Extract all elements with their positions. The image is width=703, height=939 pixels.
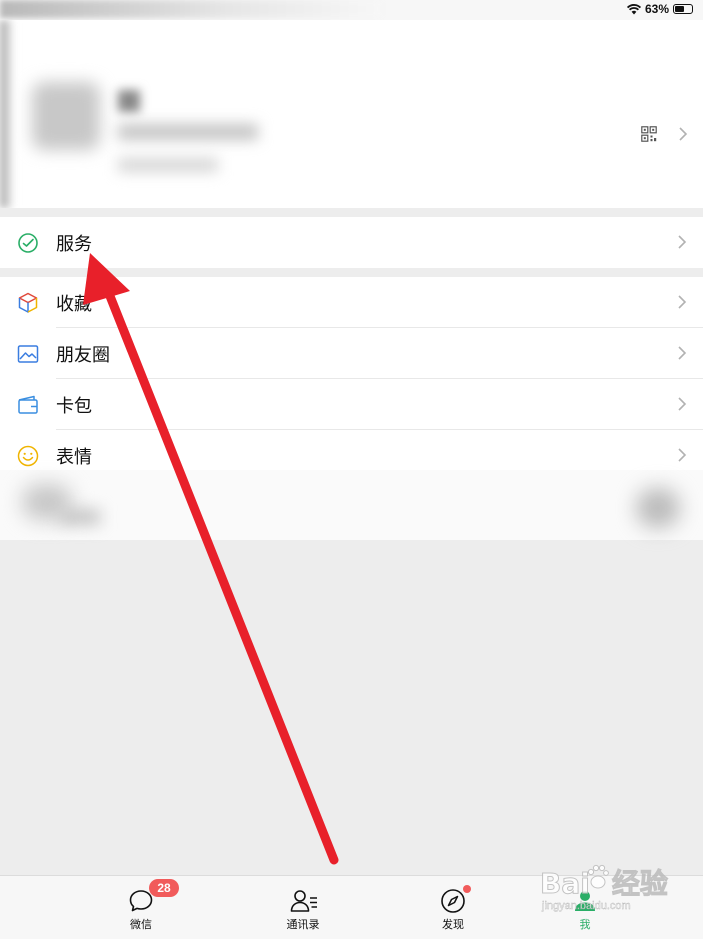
blurred-shape (60, 510, 100, 524)
chevron-right-icon (678, 295, 687, 309)
profile-status-blurred (118, 158, 218, 172)
battery-icon (673, 4, 693, 14)
qr-code-icon[interactable] (641, 126, 657, 142)
watermark-brand-text: Bai (540, 867, 591, 901)
watermark-brand-cn: 经验 (611, 867, 668, 901)
tab-label: 微信 (130, 919, 152, 931)
menu-item-label: 收藏 (56, 294, 92, 315)
menu-item-label: 朋友圈 (56, 345, 110, 366)
moments-image-icon (17, 345, 39, 363)
menu-item-label: 服务 (56, 234, 92, 255)
emoji-face-icon (17, 445, 39, 467)
profile-id-blurred (118, 124, 258, 140)
watermark-url: jingyan.baidu.com (542, 900, 631, 912)
menu-item-card-wallet[interactable]: 卡包 (0, 379, 703, 430)
chevron-right-icon (678, 448, 687, 462)
menu-item-moments[interactable]: 朋友圈 (0, 328, 703, 379)
status-indicators: 63% (626, 2, 693, 16)
menu-item-favorites[interactable]: 收藏 (0, 277, 703, 328)
avatar[interactable] (32, 82, 100, 150)
blurred-shape (636, 488, 680, 528)
status-bar: 63% (0, 0, 703, 20)
chevron-right-icon (678, 346, 687, 360)
tab-contacts[interactable]: 通讯录 (258, 876, 348, 939)
battery-percent: 63% (644, 2, 669, 16)
favorites-cube-icon (18, 292, 38, 313)
blurred-status-region (0, 0, 380, 18)
menu-group: 收藏 朋友圈 卡包 表情 (0, 277, 703, 481)
menu-item-service[interactable]: 服务 (0, 217, 703, 268)
contacts-icon (290, 890, 317, 912)
compass-icon (441, 889, 465, 913)
unread-badge: 28 (149, 879, 179, 897)
wifi-icon (626, 3, 641, 14)
profile-name-blurred (118, 90, 140, 112)
menu-item-label: 卡包 (56, 396, 92, 417)
card-wallet-icon (18, 395, 38, 414)
tab-label: 通讯录 (286, 919, 320, 931)
chevron-right-icon (678, 235, 687, 249)
blurred-edge (0, 20, 14, 208)
paw-icon (587, 864, 609, 889)
profile-header[interactable] (0, 20, 703, 208)
tab-chats[interactable]: 28 微信 (96, 876, 186, 939)
tab-label: 发现 (442, 919, 464, 931)
menu-item-label: 表情 (56, 447, 92, 468)
service-check-icon (18, 233, 38, 253)
tab-discover[interactable]: 发现 (408, 876, 498, 939)
new-dot (463, 885, 471, 893)
service-group: 服务 (0, 217, 703, 268)
blurred-row (0, 470, 703, 540)
chevron-right-icon (679, 127, 688, 141)
watermark: Bai 经验 jingyan.baidu.com (540, 860, 700, 920)
battery-level (675, 6, 685, 12)
chevron-right-icon (678, 397, 687, 411)
